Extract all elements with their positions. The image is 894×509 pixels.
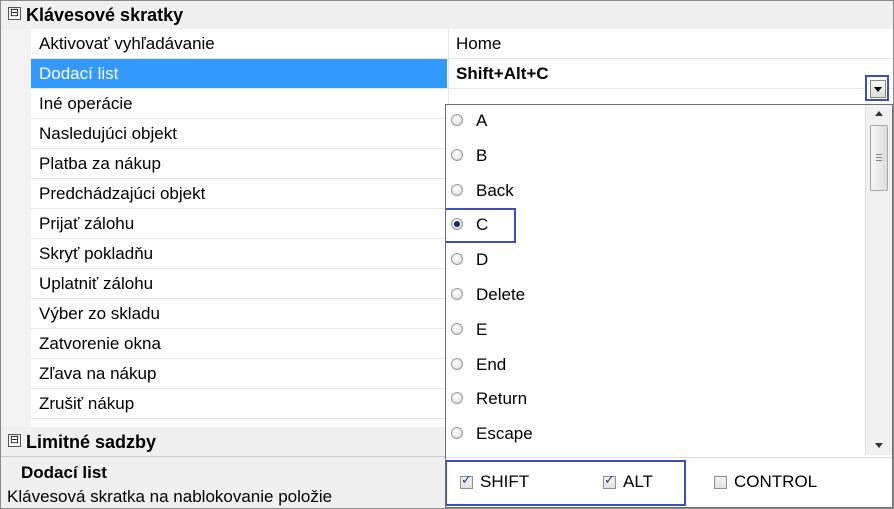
property-name: Predchádzajúci objekt [39, 184, 206, 203]
scroll-up-icon[interactable] [875, 111, 883, 116]
chevron-down-icon [874, 87, 882, 92]
property-name: Platba za nákup [39, 154, 161, 173]
property-name: Zľava na nákup [39, 364, 157, 383]
radio-button[interactable] [451, 148, 463, 161]
radio-button[interactable] [451, 253, 463, 266]
collapse-box-icon[interactable]: ⊟ [8, 7, 21, 20]
property-name: Uplatniť zálohu [39, 274, 154, 293]
key-option[interactable]: Back [446, 176, 866, 208]
property-name: Prijať zálohu [39, 214, 135, 233]
scrollbar-thumb[interactable] [870, 125, 888, 191]
column-divider [448, 59, 449, 88]
selected-key-highlight [446, 208, 516, 243]
property-name: Aktivovať vyhľadávanie [39, 34, 215, 53]
radio-button[interactable] [451, 288, 463, 300]
key-option-label: A [476, 111, 488, 130]
modifier-highlight [446, 460, 686, 506]
radio-button[interactable] [451, 114, 463, 126]
property-grid: ⊟ Klávesové skratky Aktivovať vyhľadávan… [0, 0, 894, 509]
key-option-label: Back [476, 180, 514, 200]
radio-button[interactable] [451, 183, 463, 196]
key-option-label: Delete [476, 285, 526, 304]
property-row[interactable]: Dodací list Shift+Alt+C [31, 59, 893, 89]
section-title-limits: Limitné sadzby [26, 432, 157, 452]
key-option[interactable]: Delete [446, 280, 866, 312]
section-title: Klávesové skratky [26, 5, 184, 25]
collapse-box-icon[interactable]: ⊟ [8, 434, 21, 447]
property-value[interactable]: Shift+Alt+C [456, 64, 549, 84]
column-divider [448, 29, 449, 58]
key-option[interactable]: Return [446, 384, 866, 416]
control-label: CONTROL [734, 472, 818, 491]
key-dropdown-popup: ABBackCDDeleteEEndReturnEscape SHIFT ALT… [445, 104, 893, 508]
key-option-label: D [476, 250, 489, 270]
property-name: Nasledujúci objekt [39, 124, 177, 143]
section-header-shortcuts[interactable]: ⊟ Klávesové skratky [1, 1, 893, 29]
control-checkbox[interactable] [714, 476, 727, 489]
key-option[interactable]: D [446, 245, 866, 277]
property-name: Skryť pokladňu [39, 244, 154, 263]
help-title: Dodací list [21, 463, 107, 482]
property-name: Zatvorenie okna [39, 334, 161, 353]
scrollbar[interactable] [865, 105, 892, 455]
key-option-label: End [476, 354, 507, 374]
property-name: Výber zo skladu [39, 304, 160, 323]
key-option[interactable]: Escape [446, 419, 866, 451]
radio-button[interactable] [451, 322, 463, 335]
key-option-label: E [476, 319, 488, 339]
key-option-label: B [476, 145, 488, 165]
property-name: Iné operácie [39, 94, 133, 113]
radio-button[interactable] [451, 427, 463, 440]
property-value: Home [456, 34, 502, 53]
dropdown-button[interactable] [865, 75, 889, 101]
key-option-label: Escape [476, 424, 533, 444]
key-option[interactable]: B [446, 141, 866, 173]
key-option[interactable]: A [446, 106, 866, 138]
radio-button[interactable] [451, 392, 463, 405]
property-row[interactable]: Aktivovať vyhľadávanie Home [31, 29, 893, 59]
scroll-down-icon[interactable] [875, 443, 883, 448]
property-name: Dodací list [39, 64, 119, 83]
key-option[interactable]: End [446, 350, 866, 382]
key-option[interactable]: E [446, 315, 866, 347]
grid-gutter [1, 1, 31, 456]
modifier-bar: SHIFT ALT CONTROL [446, 457, 892, 507]
key-option-label: Return [476, 389, 528, 409]
radio-button[interactable] [451, 357, 463, 370]
help-description: Klávesová skratka na nablokovanie položi… [7, 487, 333, 506]
property-name: Zrušiť nákup [39, 394, 135, 413]
